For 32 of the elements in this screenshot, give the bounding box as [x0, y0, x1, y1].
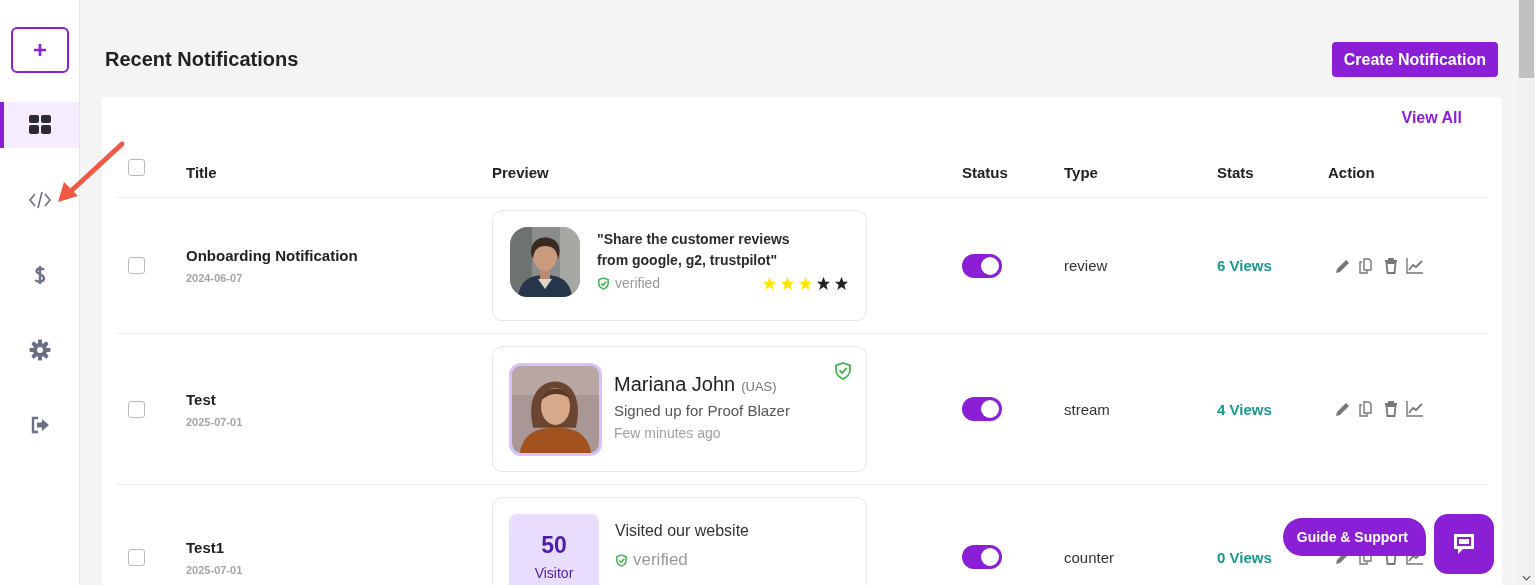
verified-label: verified — [633, 550, 688, 570]
column-header: Preview — [492, 163, 550, 181]
notification-type: stream — [1064, 400, 1111, 418]
person-name: Mariana John — [614, 373, 736, 395]
column-header: Status — [962, 163, 1009, 181]
notification-type: counter — [1064, 548, 1116, 566]
views-count: 0 Views — [1217, 548, 1273, 566]
notification-title: Test1 — [186, 538, 226, 556]
page-title: Recent Notifications — [105, 48, 299, 71]
notification-type: review — [1064, 257, 1109, 274]
location-label: (UAS) — [741, 379, 777, 394]
views-count: 6 Views — [1217, 257, 1273, 274]
notification-date: 2024-06-07 — [186, 272, 244, 284]
count-number: 50 — [541, 532, 567, 559]
column-header: Type — [1064, 163, 1099, 181]
column-header: Action — [1328, 163, 1376, 181]
time-label: Few minutes ago — [614, 425, 722, 441]
create-notification-button[interactable]: Create Notification — [1331, 42, 1498, 77]
activity-text: Signed up for Proof Blazer — [614, 402, 790, 419]
guide-support-tooltip[interactable]: Guide & Support — [1282, 518, 1426, 556]
notification-date: 2025-07-01 — [186, 415, 244, 428]
count-unit: Visitor — [534, 565, 574, 581]
notification-date: 2025-07-01 — [186, 563, 244, 576]
views-count: 4 Views — [1217, 400, 1273, 418]
activity-text: Visited our website — [615, 522, 749, 540]
verified-label: verified — [615, 275, 661, 291]
view-all-link[interactable]: View All — [1401, 109, 1462, 147]
column-header: Stats — [1217, 163, 1255, 181]
column-header: Title — [186, 163, 218, 181]
review-quote: "Share the customer reviews from google, g2, trustpilot" — [597, 230, 791, 270]
notification-title: Onboarding Notification — [186, 247, 359, 264]
notification-title: Test — [186, 390, 217, 408]
